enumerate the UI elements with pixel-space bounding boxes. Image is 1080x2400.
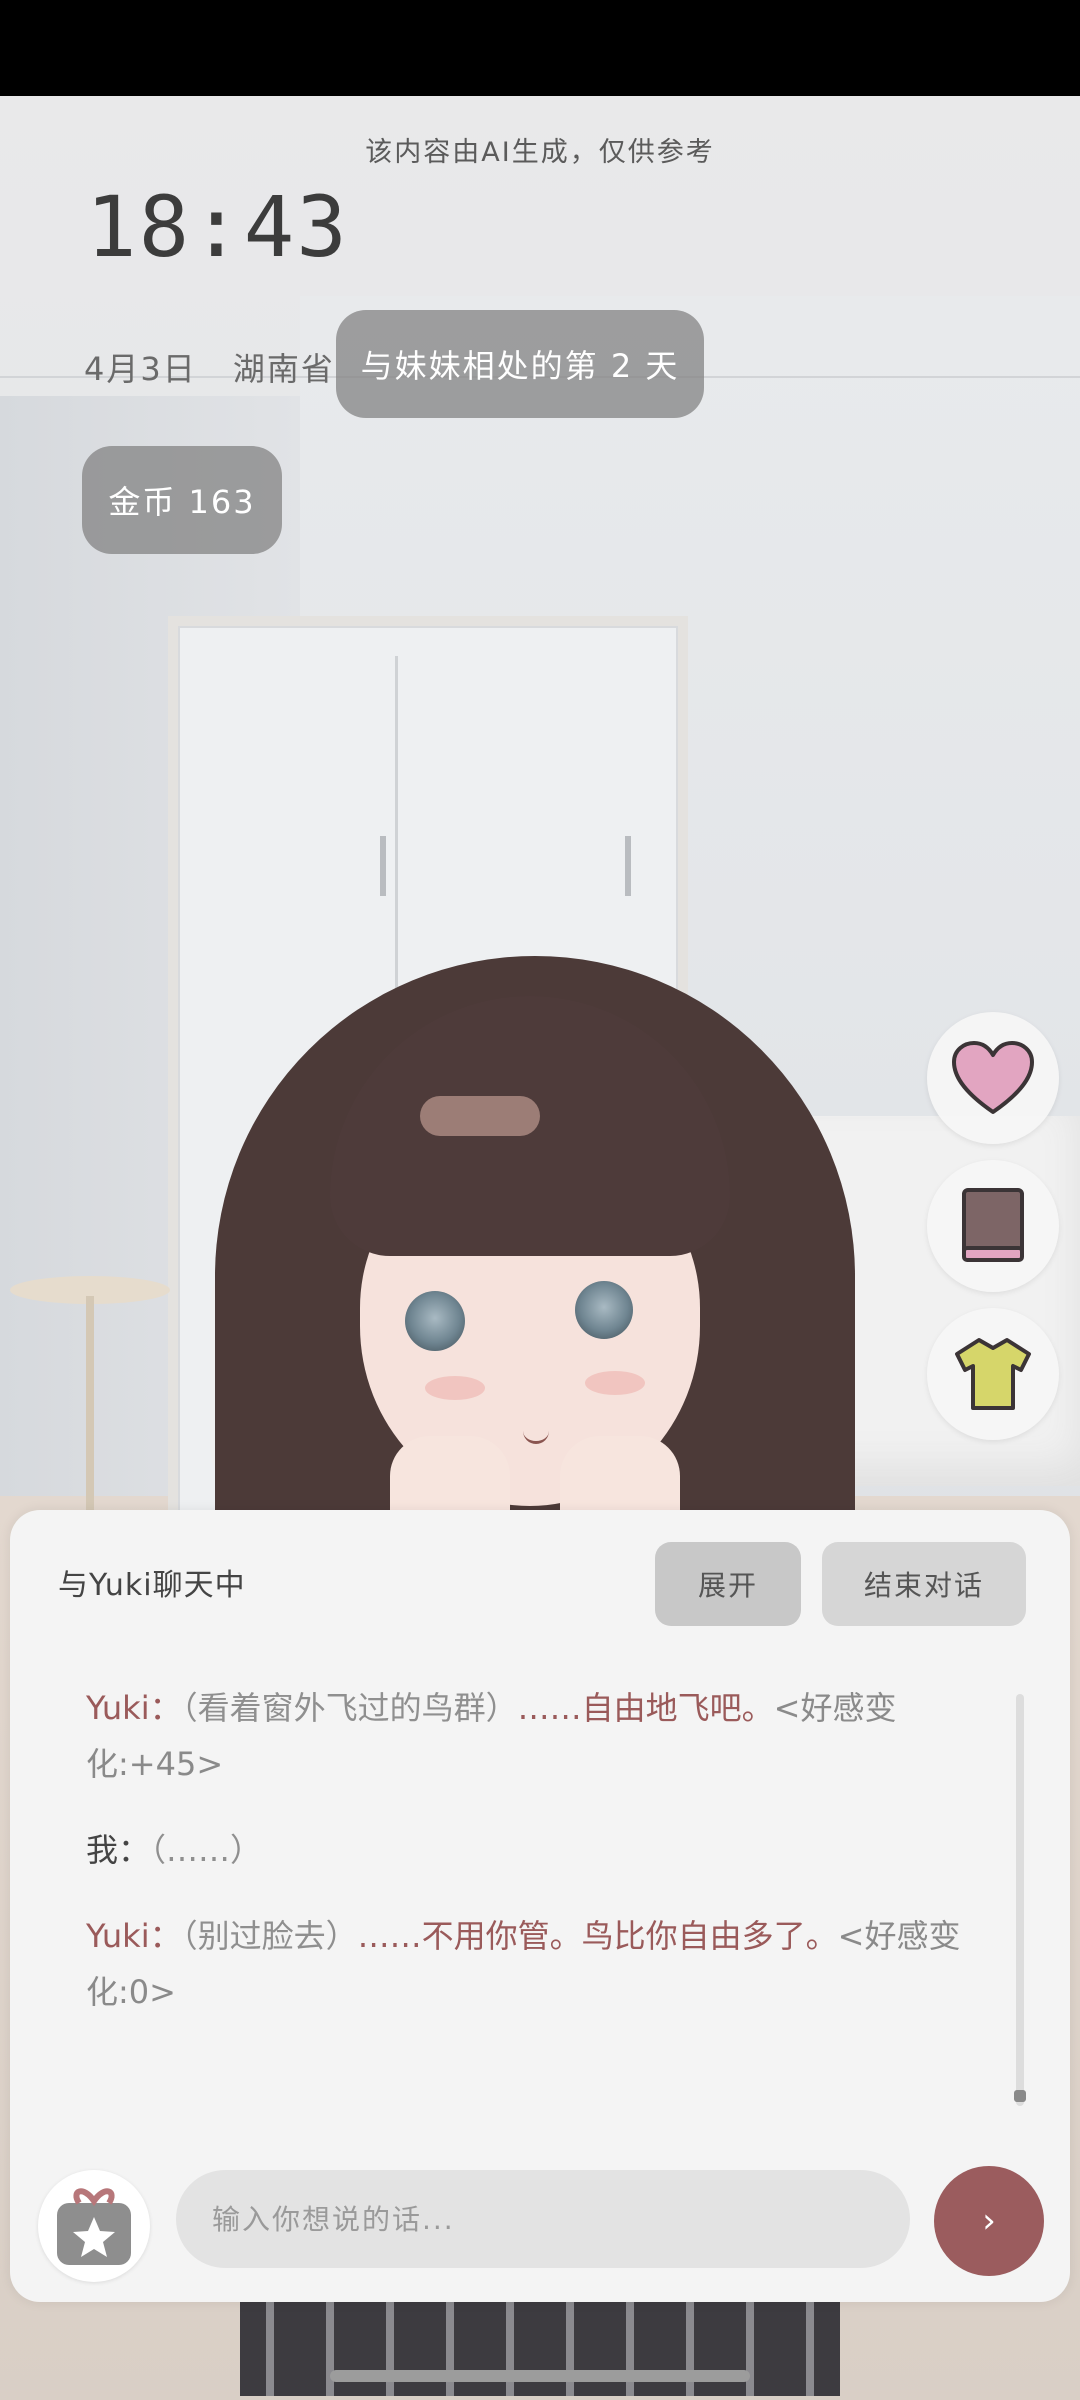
message-speech: ……不用你管。鸟比你自由多了。 — [357, 1917, 838, 1955]
wardrobe-handle — [625, 836, 631, 896]
scrollbar-thumb[interactable] — [1014, 2090, 1026, 2102]
shirt-icon — [955, 1338, 1031, 1410]
character-hair-highlight — [420, 1096, 540, 1136]
message-speech: ……自由地飞吧。 — [517, 1689, 774, 1727]
affection-button[interactable] — [927, 1012, 1059, 1144]
message-speaker: Yuki： — [86, 1917, 182, 1955]
message-input[interactable] — [176, 2170, 910, 2268]
send-button[interactable]: › — [934, 2166, 1044, 2276]
message-speaker: 我： — [86, 1831, 151, 1869]
wardrobe-handle — [380, 836, 386, 896]
character-eye — [575, 1281, 633, 1339]
heart-icon — [952, 1041, 1034, 1114]
days-together-pill: 与妹妹相处的第 2 天 — [336, 310, 704, 418]
send-arrow-icon: › — [982, 2201, 996, 2241]
book-icon — [962, 1188, 1024, 1262]
gift-star-icon — [57, 2188, 131, 2265]
chat-title: 与Yuki聊天中 — [58, 1568, 246, 1603]
clock: 18:43 — [86, 178, 349, 276]
message-speaker: Yuki： — [86, 1689, 182, 1727]
gift-button[interactable] — [38, 2170, 150, 2282]
diary-button[interactable] — [927, 1160, 1059, 1292]
character-blush — [585, 1371, 645, 1395]
expand-button[interactable]: 展开 — [655, 1542, 801, 1626]
message-item: Yuki：（看着窗外飞过的鸟群）……自由地飞吧。<好感变化:+45> — [86, 1680, 986, 1792]
home-indicator[interactable] — [330, 2370, 750, 2382]
scrollbar-track[interactable] — [1016, 1694, 1024, 2106]
location-label: 湖南省 — [232, 350, 335, 388]
status-bar — [0, 0, 1080, 96]
character-eye — [405, 1291, 465, 1351]
date-location: 4月3日 湖南省 — [84, 344, 359, 390]
coins-pill: 金币 163 — [82, 446, 282, 554]
message-action: （看着窗外飞过的鸟群） — [181, 1689, 518, 1727]
chat-panel: 与Yuki聊天中 展开 结束对话 Yuki：（看着窗外飞过的鸟群）……自由地飞吧… — [10, 1510, 1070, 2302]
character-blush — [425, 1376, 485, 1400]
ai-disclaimer: 该内容由AI生成，仅供参考 — [365, 137, 715, 168]
wardrobe-button[interactable] — [927, 1308, 1059, 1440]
message-action: （……） — [150, 1831, 263, 1869]
message-list: Yuki：（看着窗外飞过的鸟群）……自由地飞吧。<好感变化:+45> 我：（……… — [86, 1680, 986, 2050]
end-conversation-button[interactable]: 结束对话 — [822, 1542, 1026, 1626]
message-action: （别过脸去） — [181, 1917, 358, 1955]
side-table-leg — [86, 1296, 94, 1546]
date-label: 4月3日 — [84, 350, 197, 388]
message-item: Yuki：（别过脸去）……不用你管。鸟比你自由多了。<好感变化:0> — [86, 1908, 986, 2020]
message-item: 我：（……） — [86, 1822, 986, 1878]
